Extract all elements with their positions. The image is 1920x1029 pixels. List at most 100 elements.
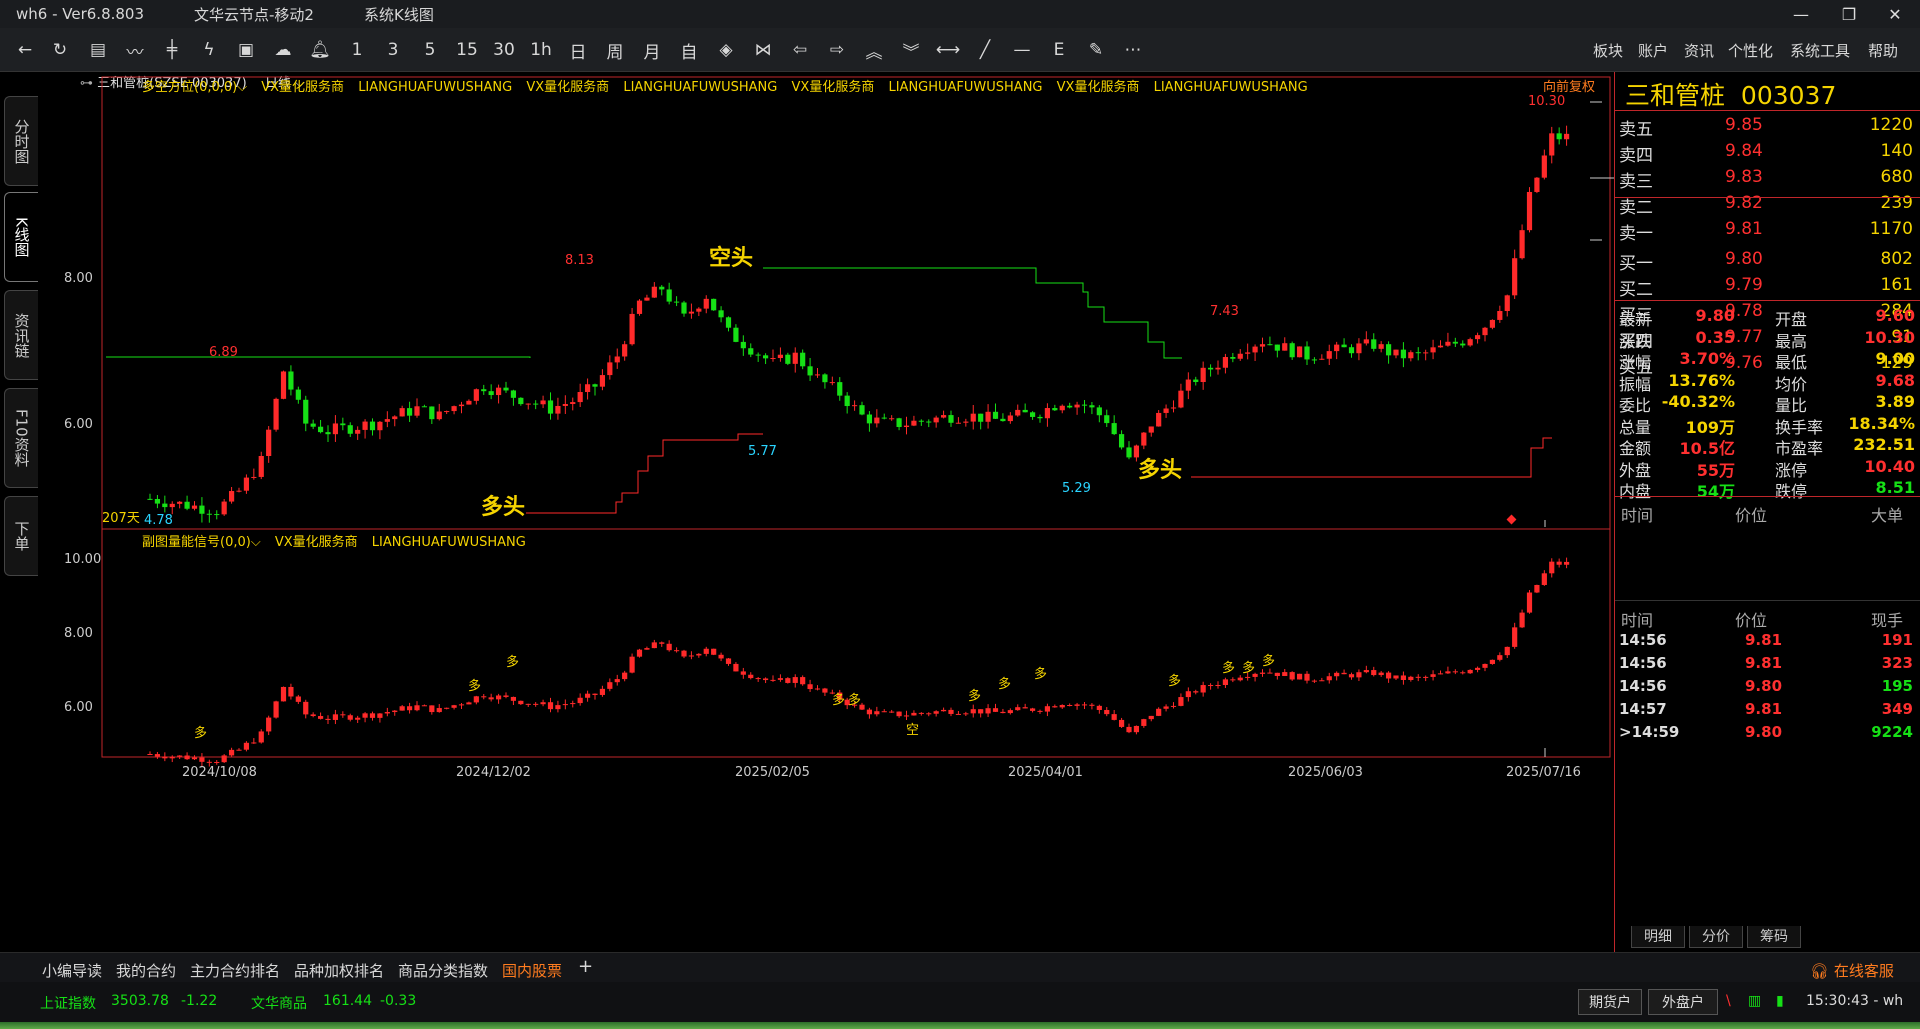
flash-icon[interactable]: ϟ [196, 37, 222, 63]
minimize-icon[interactable]: — [1778, 0, 1824, 28]
period-week[interactable]: 周 [602, 37, 628, 63]
more-icon[interactable]: ⋯ [1120, 37, 1146, 63]
server-node[interactable]: 文华云节点-移动2 [194, 4, 314, 25]
crosshair-icon[interactable]: ⟷ [935, 37, 961, 63]
line-chart-icon[interactable]: 〰 [122, 37, 148, 63]
tab-intraday[interactable]: 分时图 [4, 96, 38, 186]
candle-body [1178, 697, 1184, 706]
period-15[interactable]: 15 [454, 37, 480, 63]
zoom-out-icon[interactable]: ⋈ [750, 37, 776, 63]
period-1[interactable]: 1 [344, 37, 370, 63]
overseas-account-button[interactable]: 外盘户 [1648, 989, 1718, 1015]
order-book-row[interactable]: 卖四 9.84 140 [1615, 138, 1920, 166]
zoom-in-icon[interactable]: ◈ [713, 37, 739, 63]
period-1h[interactable]: 1h [528, 37, 554, 63]
tab-weighted-rank[interactable]: 品种加权排名 [294, 960, 384, 981]
order-book-row[interactable]: 卖一 9.81 1170 [1615, 216, 1920, 244]
main-pane-frame [101, 76, 1611, 530]
duo-signal: 多 [1034, 666, 1047, 682]
candle-body [933, 417, 939, 423]
period-5[interactable]: 5 [417, 37, 443, 63]
menu-news[interactable]: 资讯 [1684, 40, 1714, 61]
tab-order[interactable]: 下单 [4, 496, 38, 576]
candle-body [317, 426, 324, 433]
futures-account-button[interactable]: 期货户 [1578, 989, 1642, 1015]
refresh-icon[interactable]: ↻ [47, 37, 73, 63]
period-month[interactable]: 月 [639, 37, 665, 63]
tab-main-contract-rank[interactable]: 主力合约排名 [190, 960, 280, 981]
tab-editor-guide[interactable]: 小编导读 [42, 960, 102, 981]
kline-chart[interactable]: 8.00 6.00 10.00 8.00 6.00 2024/10/08 202… [38, 72, 1614, 952]
candle-body [177, 755, 183, 757]
candle-body [214, 761, 220, 763]
candle-body [1000, 418, 1006, 422]
fibonacci-icon[interactable]: Ε [1046, 37, 1072, 63]
candle-body [570, 402, 576, 405]
online-service[interactable]: 🎧︎ 在线客服 [1810, 960, 1894, 981]
tab-my-contracts[interactable]: 我的合约 [116, 960, 176, 981]
candle-body [1371, 339, 1377, 349]
candle-body [288, 686, 294, 697]
horizontal-line-icon[interactable]: — [1009, 37, 1035, 63]
period-day[interactable]: 日 [565, 37, 591, 63]
menu-account[interactable]: 账户 [1638, 40, 1668, 61]
back-icon[interactable]: ← [12, 37, 38, 63]
draw-line-icon[interactable]: ╱ [972, 37, 998, 63]
candle-body [785, 678, 791, 683]
eraser-icon[interactable]: ✎ [1083, 37, 1109, 63]
candle-body [436, 411, 442, 420]
tab-price-distribution[interactable]: 分价 [1689, 926, 1743, 948]
chart-area[interactable]: ⊶ 三和管桩(SZSE 003037) 日线 ⌵ 多空方位(0,0,0)⌵ VX… [38, 72, 1614, 952]
period-3[interactable]: 3 [380, 37, 406, 63]
candle-body [1118, 434, 1125, 448]
order-book-row[interactable]: 卖二 9.82 239 [1615, 190, 1920, 218]
scroll-up-icon[interactable]: ︽ [861, 37, 887, 63]
order-book-row[interactable]: 卖五 9.85 1220 [1615, 112, 1920, 140]
menu-system-tools[interactable]: 系统工具 [1790, 40, 1850, 61]
candle-body [199, 505, 205, 514]
kline-box-icon[interactable]: ▣ [233, 37, 259, 63]
candle-body [169, 503, 175, 508]
candle-body [399, 408, 405, 417]
tick-volume: 195 [1881, 677, 1913, 695]
menu-personalize[interactable]: 个性化 [1728, 40, 1773, 61]
candle-body [1059, 405, 1065, 411]
restore-icon[interactable]: ❐ [1826, 0, 1872, 28]
add-tab-button[interactable]: + [578, 956, 593, 977]
candle-body [310, 714, 316, 717]
tab-detail[interactable]: 明细 [1631, 926, 1685, 948]
tab-f10[interactable]: F10资料 [4, 388, 38, 488]
order-book-row[interactable]: 买二 9.79 161 [1615, 272, 1920, 300]
move-right-icon[interactable]: ⇨ [824, 37, 850, 63]
alarm-icon[interactable]: 🔔︎ [307, 37, 333, 63]
tab-chips[interactable]: 筹码 [1747, 926, 1801, 948]
candle-body [414, 705, 420, 711]
tab-domestic-stocks[interactable]: 国内股票 [502, 960, 562, 981]
bar-chart-icon[interactable]: ╪ [159, 37, 185, 63]
order-book-row[interactable]: 卖三 9.83 680 [1615, 164, 1920, 192]
candle-body [725, 658, 732, 664]
period-custom[interactable]: 自 [676, 37, 702, 63]
move-left-icon[interactable]: ⇦ [787, 37, 813, 63]
order-book-row[interactable]: 买一 9.80 802 [1615, 246, 1920, 274]
candle-body [911, 712, 917, 716]
candle-body [1423, 676, 1429, 678]
quote-list-icon[interactable]: ▤ [85, 37, 111, 63]
period-30[interactable]: 30 [491, 37, 517, 63]
tab-news-chain[interactable]: 资讯链 [4, 290, 38, 380]
candle-body [392, 416, 398, 420]
menu-help[interactable]: 帮助 [1868, 40, 1898, 61]
candle-body [1259, 672, 1266, 674]
scroll-down-icon[interactable]: ︾ [898, 37, 924, 63]
candle-body [629, 656, 635, 673]
tab-commodity-index[interactable]: 商品分类指数 [398, 960, 488, 981]
candle-body [733, 327, 739, 342]
candle-body [881, 417, 887, 419]
tick-price: 9.80 [1745, 723, 1783, 741]
cloud-icon[interactable]: ☁ [270, 37, 296, 63]
big-order-header: 时间 价位 大单 [1621, 506, 1904, 525]
close-icon[interactable]: ✕ [1872, 0, 1918, 28]
menu-sector[interactable]: 板块 [1593, 40, 1623, 61]
tab-kline[interactable]: K线图 [4, 192, 38, 282]
index1-change: -1.22 [181, 993, 218, 1009]
